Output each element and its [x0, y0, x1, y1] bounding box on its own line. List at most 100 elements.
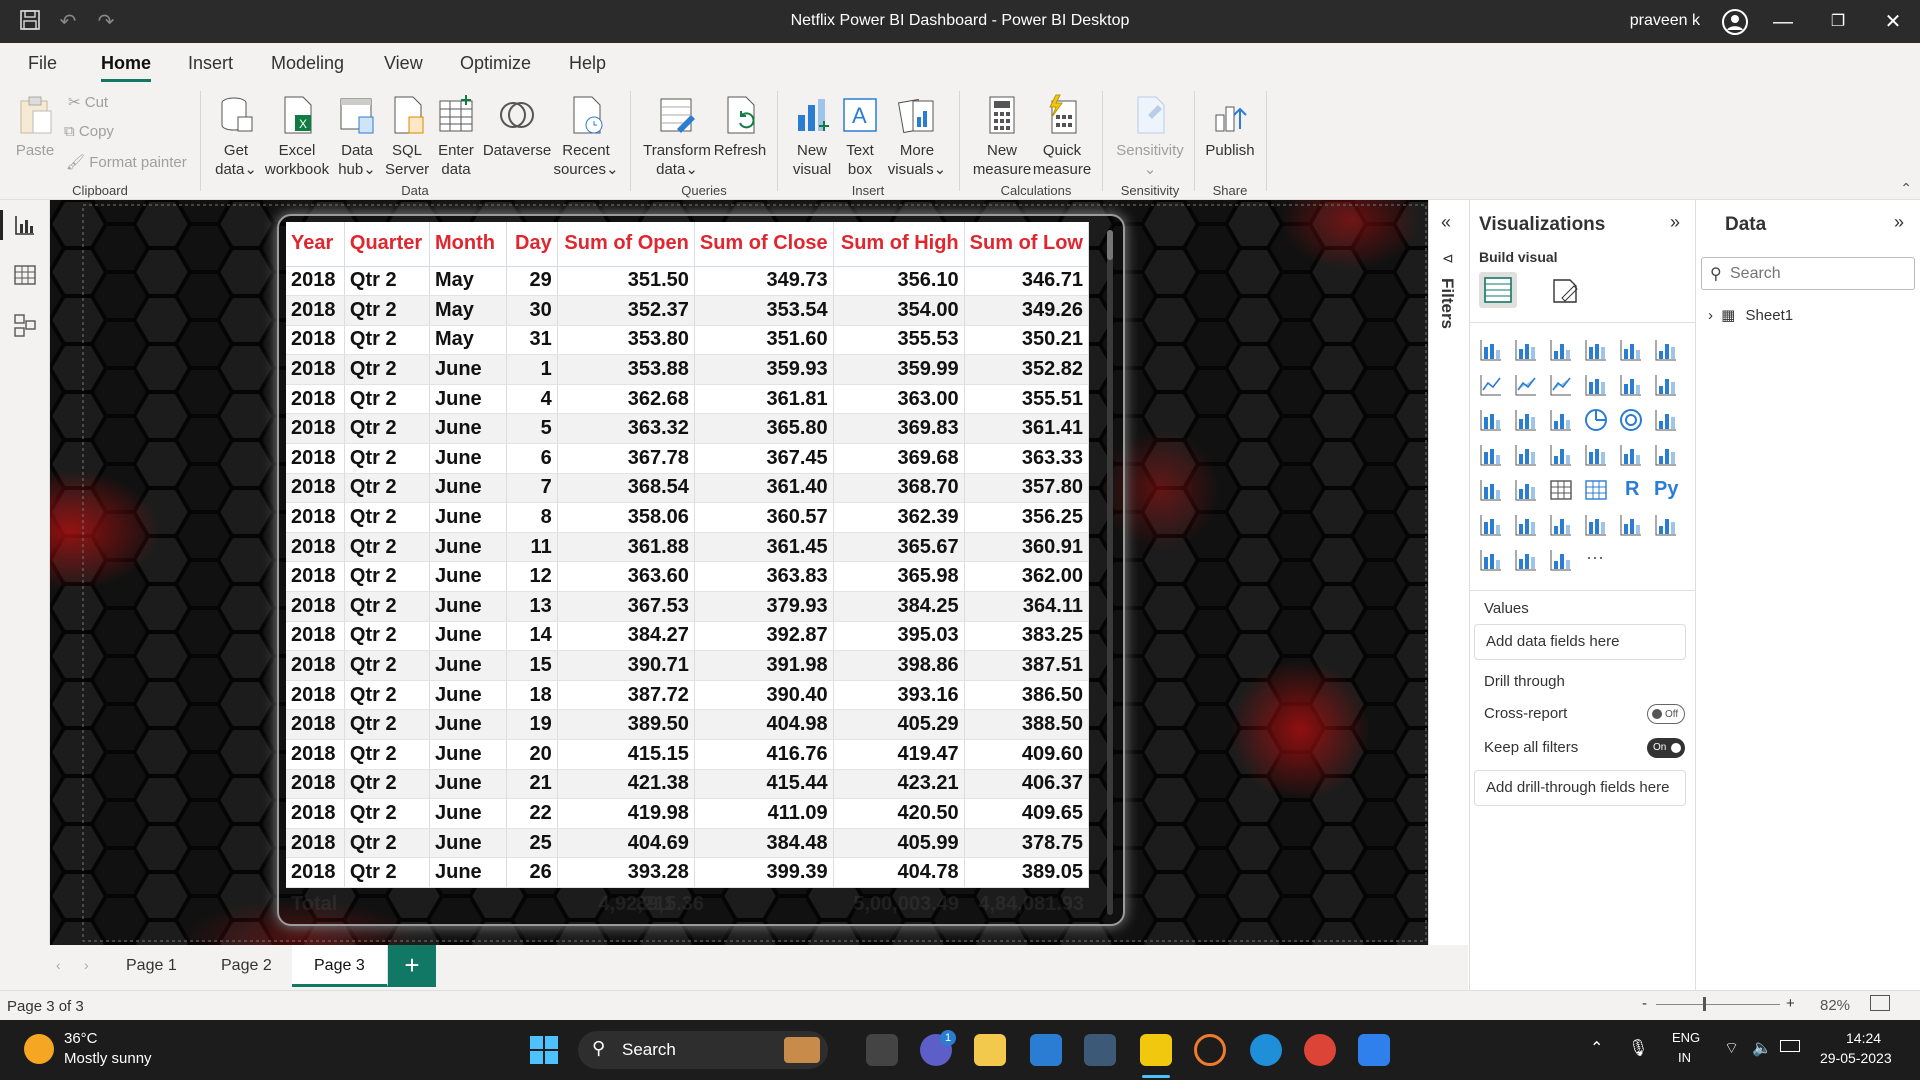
page-tab-3[interactable]: Page 3 — [292, 945, 388, 987]
col-day[interactable]: Day — [506, 222, 558, 267]
page-tab-2[interactable]: Page 2 — [199, 945, 295, 987]
col-sum-low[interactable]: Sum of Low — [964, 222, 1089, 267]
enter-data-button[interactable]: Enter data — [432, 93, 480, 179]
table-row[interactable]: 2018 Qtr 2 June 1 353.88 359.93 359.99 352.82 — [286, 354, 1089, 385]
get-data-button[interactable]: Get data⌄ — [212, 93, 260, 179]
menu-optimize[interactable]: Optimize — [460, 53, 531, 74]
format-painter-button[interactable]: 🖌 Format painter — [66, 153, 187, 171]
100-stacked-bar-chart-icon[interactable] — [1618, 337, 1644, 363]
model-view-icon[interactable] — [12, 312, 38, 338]
filters-label[interactable]: Filters — [1437, 278, 1457, 329]
table-view-icon[interactable] — [12, 262, 38, 288]
task-view-icon[interactable] — [866, 1034, 898, 1066]
cut-button[interactable]: ✂ Cut — [68, 93, 108, 111]
stacked-area-chart-icon[interactable] — [1548, 372, 1574, 398]
azure-map-icon[interactable] — [1548, 442, 1574, 468]
app-icon[interactable] — [1084, 1034, 1116, 1066]
restore-button[interactable]: ❐ — [1815, 8, 1861, 36]
close-button[interactable]: ✕ — [1870, 8, 1916, 36]
table-row[interactable]: 2018 Qtr 2 June 22 419.98 411.09 420.50 409.65 — [286, 798, 1089, 829]
data-search-input[interactable] — [1730, 262, 1910, 286]
data-search-box[interactable]: ⚲ — [1701, 257, 1915, 290]
stacked-column-chart-icon[interactable] — [1513, 337, 1539, 363]
windows-start-icon[interactable] — [528, 1034, 560, 1066]
taskbar-search[interactable]: ⚲ Search — [578, 1031, 828, 1069]
table-scroll-thumb[interactable] — [1107, 230, 1113, 260]
matrix-icon[interactable] — [1583, 477, 1609, 503]
mail-icon[interactable] — [1030, 1034, 1062, 1066]
table-row[interactable]: 2018 Qtr 2 June 11 361.88 361.45 365.67 360.91 — [286, 532, 1089, 563]
excel-workbook-button[interactable]: X Excel workbook — [262, 93, 332, 179]
power-bi-icon[interactable] — [1140, 1034, 1172, 1066]
table-row[interactable]: 2018 Qtr 2 May 30 352.37 353.54 354.00 349.26 — [286, 295, 1089, 326]
fit-to-page-icon[interactable] — [1870, 995, 1890, 1011]
refresh-button[interactable]: Refresh — [712, 93, 768, 160]
language-code[interactable]: ENG — [1672, 1030, 1700, 1045]
zoom-in-button[interactable]: + — [1786, 995, 1795, 1012]
table-row[interactable]: 2018 Qtr 2 June 4 362.68 361.81 363.00 355.51 — [286, 384, 1089, 415]
clustered-bar-chart-icon[interactable] — [1548, 337, 1574, 363]
line-and-stacked-column-icon[interactable] — [1583, 372, 1609, 398]
col-sum-close[interactable]: Sum of Close — [694, 222, 834, 267]
cross-report-toggle[interactable]: Off — [1647, 704, 1685, 724]
table-row[interactable]: 2018 Qtr 2 June 6 367.78 367.45 369.68 363.33 — [286, 443, 1089, 474]
line-and-clustered-column-icon[interactable] — [1618, 372, 1644, 398]
paginated-report-icon[interactable] — [1653, 512, 1679, 538]
col-month[interactable]: Month — [429, 222, 508, 267]
sql-server-button[interactable]: SQL Server — [385, 93, 429, 179]
file-explorer-icon[interactable] — [974, 1034, 1006, 1066]
menu-file[interactable]: File — [28, 53, 57, 74]
table-row[interactable]: 2018 Qtr 2 June 12 363.60 363.83 365.98 362.00 — [286, 561, 1089, 593]
format-visual-icon[interactable] — [1550, 276, 1580, 311]
table-row[interactable]: 2018 Qtr 2 June 8 358.06 360.57 362.39 356.25 — [286, 502, 1089, 533]
expand-chevron-icon[interactable]: « — [1441, 212, 1451, 233]
table-icon[interactable] — [1548, 477, 1574, 503]
qa-icon[interactable] — [1548, 512, 1574, 538]
data-hub-button[interactable]: Data hub⌄ — [334, 93, 380, 179]
prev-page-icon[interactable]: ‹ — [56, 957, 61, 973]
clustered-column-chart-icon[interactable] — [1583, 337, 1609, 363]
table-row[interactable]: 2018 Qtr 2 June 14 384.27 392.87 395.03 383.25 — [286, 621, 1089, 652]
table-scrollbar[interactable] — [1107, 230, 1113, 915]
metrics-icon[interactable] — [1618, 512, 1644, 538]
smart-narrative-icon[interactable] — [1583, 512, 1609, 538]
kpi-icon[interactable] — [1478, 477, 1504, 503]
report-canvas[interactable]: Year Quarter Month Day Sum of Open Sum o… — [50, 200, 1428, 945]
filled-map-icon[interactable] — [1513, 442, 1539, 468]
weather-status[interactable]: Mostly sunny — [64, 1050, 152, 1067]
copy-button[interactable]: ⧉ Copy — [64, 123, 114, 140]
table-row[interactable]: 2018 Qtr 2 June 5 363.32 365.80 369.83 361.41 — [286, 413, 1089, 445]
more-visuals-icon[interactable] — [1548, 547, 1574, 573]
menu-modeling[interactable]: Modeling — [271, 53, 344, 74]
menu-help[interactable]: Help — [569, 53, 606, 74]
zoom-out-button[interactable]: - — [1642, 995, 1647, 1012]
table-row[interactable]: 2018 Qtr 2 June 21 421.38 415.44 423.21 406.37 — [286, 769, 1089, 800]
build-visual-tab[interactable] — [1479, 272, 1517, 308]
sensitivity-button[interactable]: Sensitivity ⌄ — [1108, 93, 1192, 179]
chrome-icon[interactable] — [1304, 1034, 1336, 1066]
add-page-button[interactable]: + — [388, 945, 436, 987]
scatter-chart-icon[interactable] — [1548, 407, 1574, 433]
col-year[interactable]: Year — [286, 222, 345, 267]
wifi-icon[interactable]: ⌔ — [1724, 1038, 1739, 1058]
col-quarter[interactable]: Quarter — [344, 222, 431, 267]
col-sum-high[interactable]: Sum of High — [833, 222, 965, 267]
table-row[interactable]: 2018 Qtr 2 June 18 387.72 390.40 393.16 386.50 — [286, 680, 1089, 711]
table-row[interactable]: 2018 Qtr 2 June 7 368.54 361.40 368.70 357.80 — [286, 473, 1089, 504]
decomposition-tree-icon[interactable] — [1513, 512, 1539, 538]
minimize-button[interactable]: — — [1760, 8, 1806, 36]
values-drop-well[interactable]: Add data fields here — [1474, 624, 1686, 660]
orange-app-icon[interactable] — [1194, 1034, 1226, 1066]
ribbon-chart-icon[interactable] — [1653, 372, 1679, 398]
recent-sources-button[interactable]: Recent sources⌄ — [553, 93, 619, 179]
collapse-viz-icon[interactable]: » — [1670, 212, 1680, 233]
table-sheet1[interactable]: › ▦ Sheet1 — [1708, 306, 1793, 324]
pie-chart-icon[interactable] — [1583, 407, 1609, 433]
avatar-icon[interactable] — [1722, 9, 1748, 35]
chat-icon[interactable]: 1 — [920, 1030, 956, 1066]
table-row[interactable]: 2018 Qtr 2 June 19 389.50 404.98 405.29 388.50 — [286, 709, 1089, 740]
multi-row-card-icon[interactable] — [1653, 442, 1679, 468]
zoom-slider[interactable] — [1656, 1004, 1780, 1005]
paste-button[interactable]: Paste — [14, 93, 56, 160]
collapse-data-icon[interactable]: » — [1894, 212, 1904, 233]
